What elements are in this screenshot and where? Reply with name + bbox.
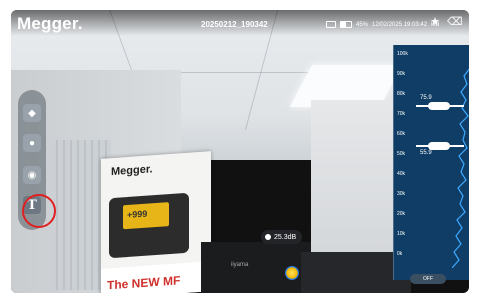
voice-note-button[interactable]: ● [23,134,41,152]
marker-handle[interactable] [428,142,450,150]
marker-handle[interactable] [428,102,450,110]
spectrum-axis-label: 40k [397,171,406,177]
recording-filename: 20250212_190342 [201,20,268,29]
spectrum-axis-label: 70k [397,111,406,117]
brand-logo: Megger. [17,14,83,33]
filter-off-button[interactable]: OFF [410,274,446,284]
lower-threshold-marker[interactable] [416,142,464,150]
camera-icon: ◉ [27,169,37,181]
delete-icon[interactable]: ⌫ [447,16,463,28]
upper-threshold-value: 75.9 [420,95,432,101]
star-icon[interactable]: ★ [429,16,441,28]
tag-icon: ◆ [28,107,36,119]
upper-threshold-marker[interactable] [416,102,464,110]
measurement-dot-icon [265,234,271,240]
spectrum-axis-label: 90k [397,71,406,77]
frequency-spectrum-panel[interactable]: 100k 90k 80k 70k 60k 50k 40k 30k 20k 10k… [393,45,469,280]
tag-button[interactable]: ◆ [23,104,41,122]
camera-button[interactable]: ◉ [23,166,41,184]
storage-icon [326,21,336,28]
lower-threshold-value: 55.9 [420,150,432,156]
spectrum-axis-label: 80k [397,91,406,97]
highlight-circle [22,194,56,228]
spectrum-trace [452,68,469,268]
monitor-brand: iiyama [231,262,249,268]
spectrum-axis-label: 60k [397,131,406,137]
spectrum-axis-label: 20k [397,211,406,217]
poster: Megger. +999 The NEW MF [101,151,211,293]
measurement-badge: 25.3dB [261,230,303,244]
microphone-icon: ● [28,137,36,149]
top-status-bar: Megger. 20250212_190342 45% 12/02/2025 1… [11,10,469,36]
measurement-value: 25.3dB [274,233,297,241]
status-area: 45% 12/02/2025 19:03:42 led [326,21,439,28]
spectrum-axis-label: 10k [397,231,406,237]
spectrum-axis-label: 50k [397,151,406,157]
spectrum-axis-label: 0k [397,251,403,257]
off-label: OFF [423,276,433,282]
acoustic-hotspot-marker [285,266,299,280]
battery-percent: 45% [356,21,369,28]
spectrum-axis-label: 100k [397,51,408,57]
spectrum-axis-label: 30k [397,191,406,197]
poster-device-reading: +999 [127,208,148,221]
battery-icon [340,21,352,28]
datetime: 12/02/2025 19:03:42 [372,21,428,28]
poster-brand: Megger. [111,163,153,179]
app-frame: Megger. +999 The NEW MF iiyama Megger. 2… [11,10,469,293]
